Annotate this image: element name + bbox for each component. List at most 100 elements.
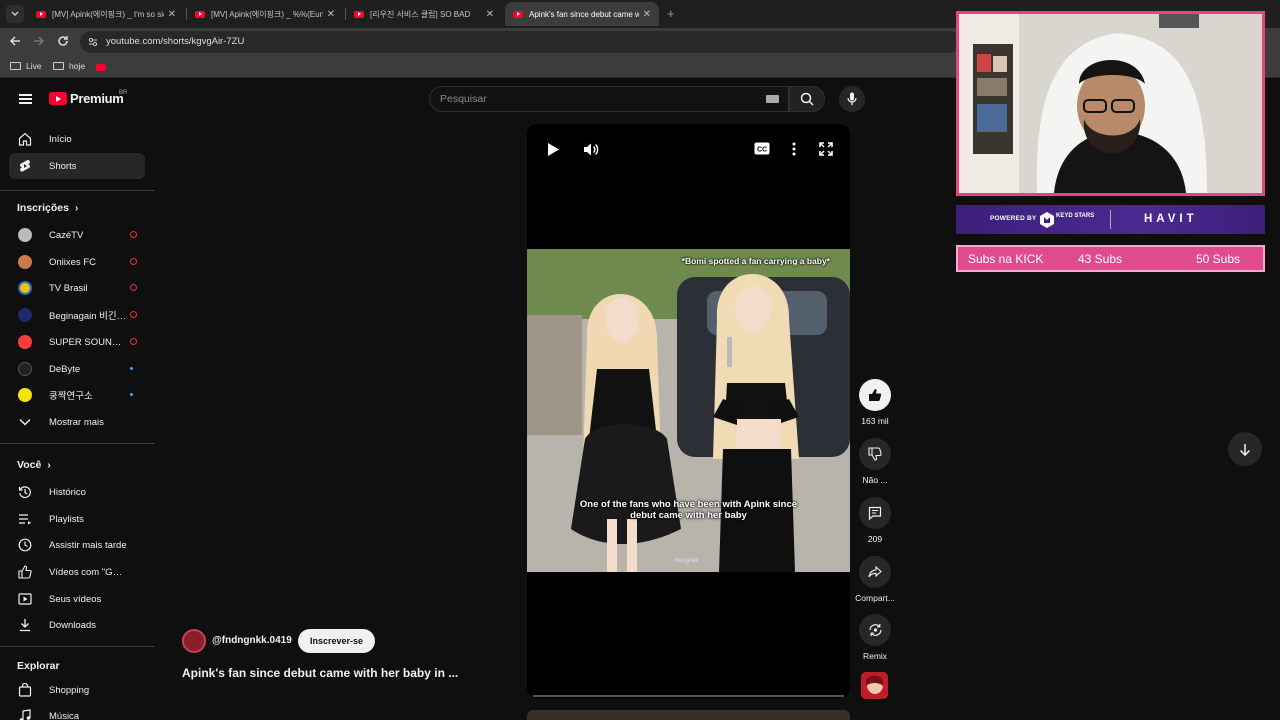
sidebar-item-playlists[interactable]: Playlists — [9, 506, 145, 532]
comment-count: 209 — [867, 534, 883, 544]
video-frame: *Bomi spotted a fan carrying a baby* One… — [527, 249, 850, 572]
voice-search-button[interactable] — [839, 86, 865, 112]
channel-avatar[interactable] — [182, 629, 206, 653]
sponsor-banner: POWERED BY KEYD STARS HAVIT — [956, 205, 1265, 234]
reload-icon[interactable] — [57, 35, 71, 49]
short-title[interactable]: Apink's fan since debut came with her ba… — [182, 666, 458, 680]
search-button[interactable] — [789, 86, 825, 112]
menu-icon[interactable] — [19, 94, 32, 104]
sidebar-item-shopping[interactable]: Shopping — [9, 677, 145, 703]
live-icon — [130, 284, 137, 291]
remix-label: Remix — [862, 651, 888, 661]
bookmark-youtube-icon[interactable] — [96, 64, 106, 71]
bookmark-folder-live[interactable]: Live — [10, 61, 42, 71]
subscription-item[interactable]: Oniixes FC — [9, 249, 145, 275]
video-caption: One of the fans who have been with Apink… — [579, 499, 798, 521]
chevron-right-icon: › — [74, 202, 79, 214]
show-more-button[interactable]: Mostrar mais — [9, 409, 145, 435]
sidebar-item-shorts[interactable]: Shorts — [9, 153, 145, 179]
live-icon — [130, 311, 137, 318]
thumbs-up-icon — [859, 379, 891, 411]
remix-button[interactable]: Remix — [855, 614, 895, 661]
keyboard-icon[interactable] — [766, 95, 779, 103]
like-count: 163 mil — [861, 416, 889, 426]
chevron-right-icon: › — [47, 459, 51, 471]
channel-handle[interactable]: @fndngnkk.0419 — [212, 635, 292, 646]
next-short-button[interactable] — [1228, 432, 1262, 466]
video-overlay-text: *Bomi spotted a fan carrying a baby* — [681, 256, 830, 266]
channel-avatar — [18, 388, 32, 402]
bookmark-folder-hoje[interactable]: hoje — [53, 61, 85, 71]
microphone-icon — [847, 92, 857, 105]
browser-tab-1[interactable]: [MV] Apink(에이핑크) _ I'm so sick ✕ — [28, 2, 184, 26]
channel-avatar — [18, 281, 32, 295]
tab-search-button[interactable] — [6, 5, 24, 23]
watch-later-icon — [17, 537, 33, 553]
subscription-item[interactable]: 쿵짝연구소 — [9, 382, 145, 408]
browser-tab-2[interactable]: [MV] Apink(에이핑크) _ %%(Eung Eung) ✕ — [187, 2, 343, 26]
history-icon — [17, 484, 33, 500]
sound-thumbnail[interactable] — [861, 672, 888, 699]
subscriptions-heading[interactable]: Inscrições › — [17, 202, 78, 214]
subscription-item[interactable]: DeByte — [9, 356, 145, 382]
remix-icon — [859, 614, 891, 646]
close-tab-icon[interactable]: ✕ — [486, 9, 494, 20]
dislike-button[interactable]: Não ... — [855, 438, 895, 485]
close-tab-icon[interactable]: ✕ — [643, 9, 651, 20]
live-icon — [130, 231, 137, 238]
you-heading[interactable]: Você › — [17, 459, 51, 471]
sidebar-item-liked-videos[interactable]: Vídeos com "Gostei" — [9, 559, 145, 585]
search-input[interactable] — [440, 91, 740, 107]
youtube-favicon-icon — [36, 10, 46, 18]
folder-icon — [53, 62, 64, 70]
sidebar-item-your-videos[interactable]: Seus vídeos — [9, 586, 145, 612]
share-label: Compart... — [855, 593, 895, 603]
comments-button[interactable]: 209 — [855, 497, 895, 544]
video-progress-bar[interactable] — [533, 695, 844, 697]
comment-icon — [859, 497, 891, 529]
home-icon — [17, 131, 33, 147]
playlists-icon — [17, 511, 33, 527]
subscription-item[interactable]: Beginagain 비긴어게인 — [9, 302, 145, 328]
folder-icon — [10, 62, 21, 70]
new-tab-icon[interactable]: + — [667, 6, 675, 21]
channel-avatar — [18, 335, 32, 349]
keyd-stars-logo-icon — [1040, 212, 1054, 228]
close-tab-icon[interactable]: ✕ — [327, 9, 335, 20]
share-button[interactable]: Compart... — [855, 556, 895, 603]
sidebar-item-music[interactable]: Música — [9, 703, 145, 720]
browser-tab-active[interactable]: Apink's fan since debut came with her ba… — [505, 2, 659, 26]
sidebar-item-home[interactable]: Início — [9, 126, 145, 152]
subscription-item[interactable]: CazéTV — [9, 222, 145, 248]
liked-icon — [17, 564, 33, 580]
more-options-icon[interactable] — [792, 142, 796, 156]
next-short-preview[interactable] — [527, 710, 850, 720]
browser-tab-3[interactable]: [리우진 서비스 클립] SO BAD ✕ — [346, 2, 502, 26]
subscription-item[interactable]: TV Brasil — [9, 275, 145, 301]
channel-avatar — [18, 228, 32, 242]
like-button[interactable]: 163 mil — [855, 379, 895, 426]
site-info-icon[interactable] — [88, 37, 98, 47]
webcam-feed-image — [959, 14, 1262, 193]
volume-icon[interactable] — [583, 142, 599, 157]
youtube-logo-icon — [49, 92, 67, 105]
captions-icon[interactable]: CC — [754, 142, 770, 155]
youtube-premium-logo[interactable]: Premium — [49, 91, 124, 106]
youtube-favicon-icon — [513, 10, 523, 18]
close-tab-icon[interactable]: ✕ — [168, 9, 176, 20]
sidebar-item-downloads[interactable]: Downloads — [9, 612, 145, 638]
new-content-dot-icon — [130, 367, 133, 370]
streamer-webcam — [956, 11, 1265, 196]
forward-icon[interactable] — [33, 35, 47, 49]
new-content-dot-icon — [130, 393, 133, 396]
back-icon[interactable] — [9, 35, 23, 49]
address-bar[interactable]: youtube.com/shorts/kgvgAir-7ZU — [80, 31, 960, 53]
sidebar-item-watch-later[interactable]: Assistir mais tarde — [9, 532, 145, 558]
subscription-item[interactable]: SUPER SOUND Bugs! — [9, 329, 145, 355]
sidebar-item-history[interactable]: Histórico — [9, 479, 145, 505]
play-icon[interactable] — [546, 142, 560, 157]
shorts-player[interactable]: CC *Bomi spotted a fan carrying a baby* … — [527, 124, 850, 698]
subscribe-button[interactable]: Inscrever-se — [298, 629, 376, 653]
fullscreen-icon[interactable] — [819, 142, 833, 156]
video-still-image — [527, 249, 850, 572]
